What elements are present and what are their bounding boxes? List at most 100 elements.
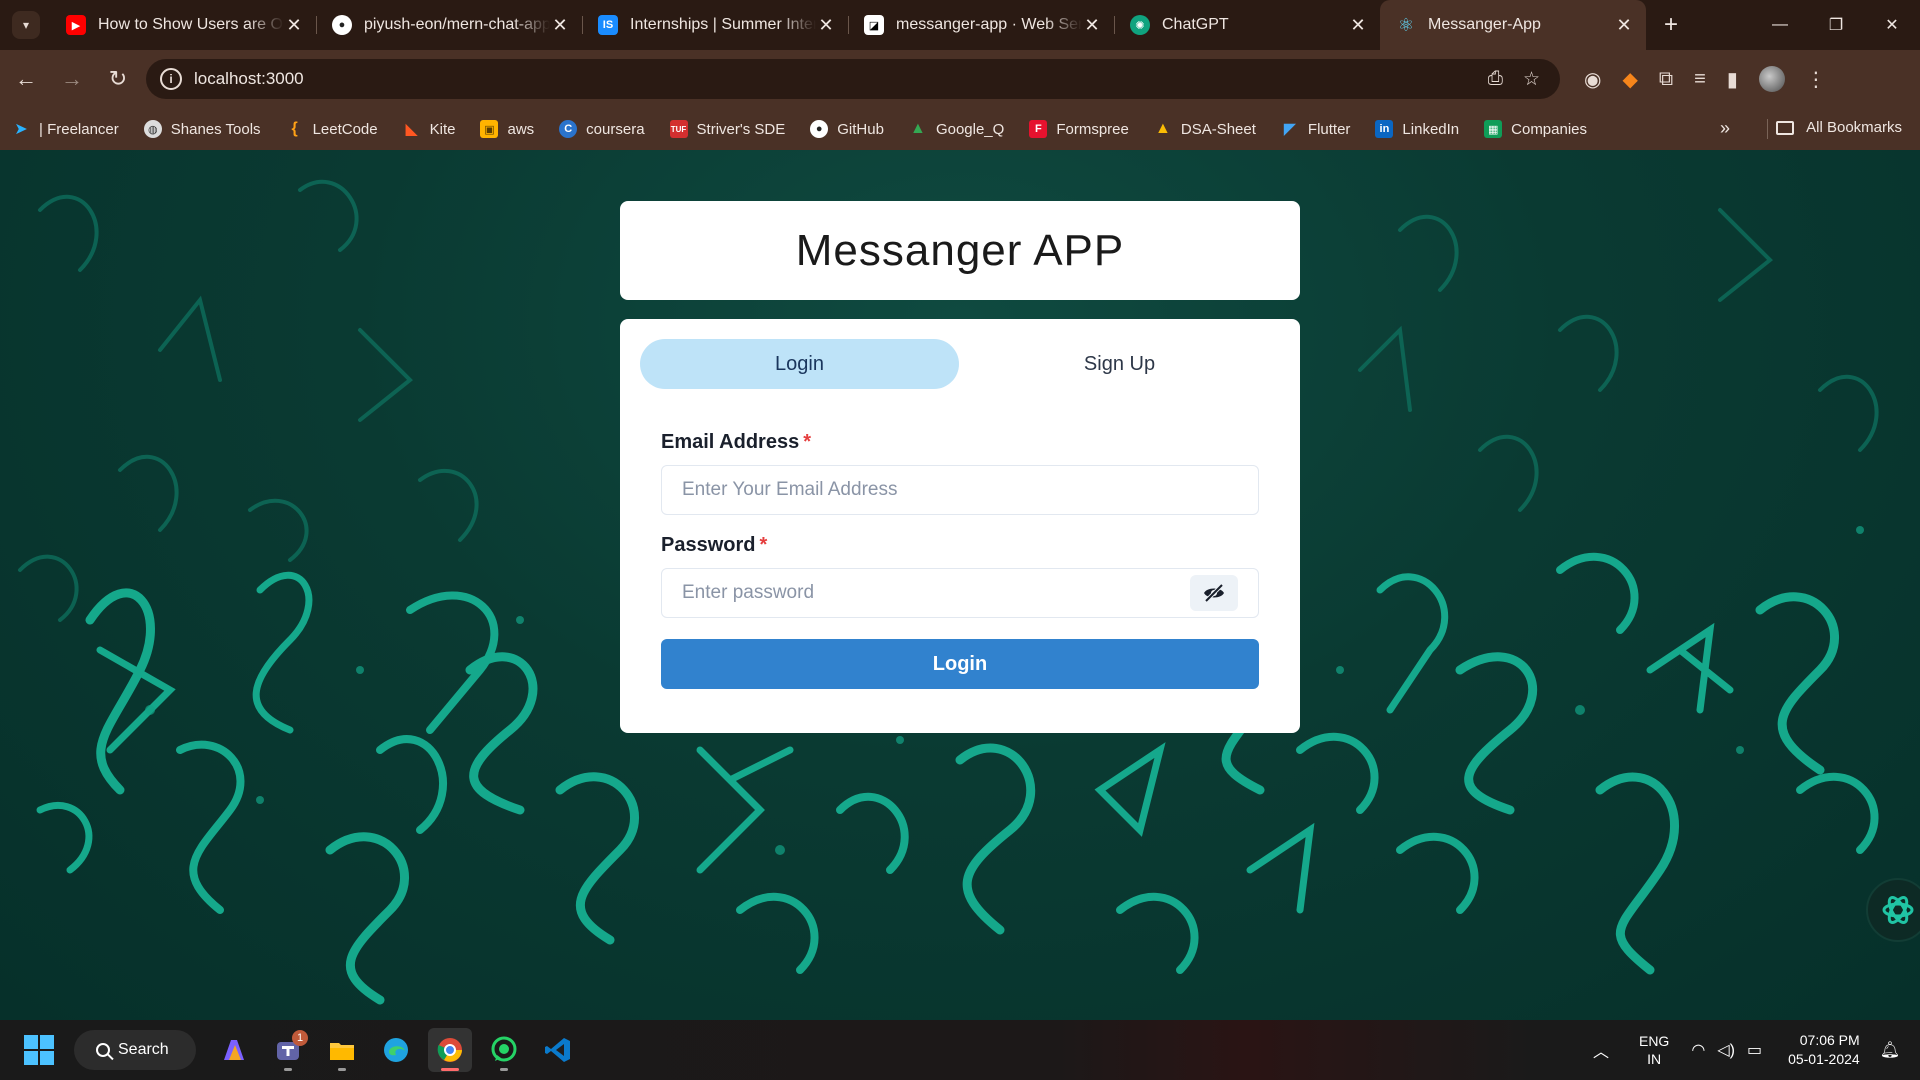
teams-app[interactable]: 1 — [266, 1028, 310, 1072]
bookmarks-overflow-icon[interactable]: » — [1720, 118, 1730, 139]
all-bookmarks-button[interactable]: All Bookmarks — [1776, 119, 1902, 136]
email-placeholder: Enter Your Email Address — [682, 479, 898, 500]
tab-signup[interactable]: Sign Up — [960, 339, 1279, 389]
bookmark-item[interactable]: ◣ Kite — [403, 120, 455, 139]
extensions-icon[interactable]: ⧉ — [1659, 68, 1673, 91]
browser-tab[interactable]: ● piyush-eon/mern-chat-app ✕ — [316, 0, 582, 50]
file-explorer-app[interactable] — [320, 1028, 364, 1072]
bookmark-item[interactable]: ▣ aws — [480, 120, 534, 138]
install-app-icon[interactable]: ⎙ — [1488, 68, 1503, 91]
bookmark-item[interactable]: ● GitHub — [810, 120, 884, 138]
page-title: Messanger APP — [795, 225, 1125, 275]
site-info-icon[interactable]: i — [160, 68, 182, 90]
password-field[interactable]: Enter password — [661, 568, 1259, 618]
toggle-password-visibility-button[interactable] — [1190, 575, 1238, 611]
kite-icon: ◣ — [405, 121, 418, 138]
battery-icon: ▭ — [1746, 1042, 1763, 1059]
quick-settings[interactable]: ◠ ◁) ▭ — [1691, 1040, 1762, 1060]
close-tab-icon[interactable]: ✕ — [284, 15, 304, 36]
tab-strip: ▾ ▶ How to Show Users are Offline ✕ ● pi… — [0, 0, 1920, 50]
url-text[interactable]: localhost:3000 — [194, 69, 1488, 89]
search-icon — [96, 1043, 110, 1057]
close-tab-icon[interactable]: ✕ — [550, 15, 570, 36]
menu-kebab-icon[interactable]: ⋮ — [1806, 67, 1826, 92]
close-tab-icon[interactable]: ✕ — [1082, 15, 1102, 36]
restore-icon[interactable]: ❐ — [1808, 0, 1864, 50]
bookmark-item[interactable]: F Formspree — [1029, 120, 1129, 138]
bookmark-item[interactable]: ▲ DSA-Sheet — [1154, 120, 1256, 138]
tab-title: How to Show Users are Offline — [98, 16, 284, 33]
tab-title: ChatGPT — [1162, 16, 1229, 33]
tab-title: Internships | Summer Internships — [630, 16, 816, 33]
reload-icon[interactable]: ↻ — [98, 59, 138, 99]
required-asterisk: * — [759, 534, 768, 556]
eye-slash-icon — [1204, 584, 1224, 602]
forward-icon[interactable]: → — [52, 59, 92, 99]
email-field[interactable]: Enter Your Email Address — [661, 465, 1259, 515]
metamask-extension-icon[interactable]: ◆ — [1622, 67, 1637, 92]
whatsapp-app[interactable] — [482, 1028, 526, 1072]
linkedin-icon: in — [1375, 120, 1394, 138]
bookmarks-divider — [1767, 119, 1768, 139]
browser-tab[interactable]: ◪ messanger-app · Web Service ✕ — [848, 0, 1114, 50]
render-icon: ◪ — [864, 15, 884, 35]
tab-search-button[interactable]: ▾ — [12, 11, 40, 39]
bookmark-item[interactable]: ◍ Shanes Tools — [143, 120, 261, 138]
browser-tab[interactable]: IS Internships | Summer Internships ✕ — [582, 0, 848, 50]
bookmark-item[interactable]: {LeetCode — [286, 120, 377, 138]
minimize-icon[interactable]: — — [1752, 0, 1808, 50]
show-hidden-icons-icon[interactable]: ︿ — [1593, 1038, 1609, 1062]
close-window-icon[interactable]: ✕ — [1864, 0, 1920, 50]
react-icon: ⚛ — [1397, 14, 1415, 35]
github-icon: ● — [332, 15, 352, 35]
volume-icon: ◁) — [1717, 1042, 1735, 1059]
bookmark-item[interactable]: Ccoursera — [559, 120, 645, 138]
back-icon[interactable]: ← — [6, 59, 46, 99]
edge-app[interactable] — [374, 1028, 418, 1072]
copilot-app[interactable] — [212, 1028, 256, 1072]
windows-start-icon[interactable] — [24, 1035, 54, 1065]
bookmark-star-icon[interactable]: ☆ — [1523, 68, 1540, 91]
internshala-icon: IS — [598, 15, 618, 35]
notification-badge: 1 — [292, 1030, 308, 1046]
email-label: Email Address * — [661, 431, 811, 453]
profile-avatar[interactable] — [1758, 66, 1785, 92]
time-text: 07:06 PM — [1799, 1032, 1860, 1048]
media-controls-icon[interactable]: ≡ — [1694, 68, 1706, 91]
password-label: Password * — [661, 534, 768, 556]
bookmark-item[interactable]: ◤ Flutter — [1281, 120, 1351, 139]
close-tab-icon[interactable]: ✕ — [816, 15, 836, 36]
address-bar[interactable]: i localhost:3000 ⎙ ☆ — [146, 59, 1560, 99]
notification-bell-icon[interactable]: 🔔︎ — [1880, 1040, 1900, 1060]
bookmarks-bar: ➤ | Freelancer ◍ Shanes Tools {LeetCode ◣ K… — [0, 108, 1920, 150]
running-indicator — [284, 1068, 292, 1071]
chrome-icon — [437, 1038, 462, 1062]
taskbar-search-button[interactable]: Search — [74, 1030, 196, 1070]
login-submit-button[interactable]: Login — [661, 639, 1259, 689]
bookmark-item[interactable]: ➤ | Freelancer — [12, 120, 118, 139]
browser-tab[interactable]: ▶ How to Show Users are Offline ✕ — [50, 0, 316, 50]
flutter-icon: ◤ — [1283, 121, 1297, 138]
freelancer-icon: ➤ — [14, 121, 28, 138]
system-tray: ︿ ENG IN ◠ ◁) ▭ 07:06 PM 05-01-2024 🔔︎ — [1593, 1020, 1920, 1080]
bookmark-item[interactable]: ▲ Google_Q — [909, 120, 1004, 138]
vscode-app[interactable] — [536, 1028, 580, 1072]
bookmark-item[interactable]: in LinkedIn — [1375, 120, 1459, 138]
browser-tab[interactable]: ✺ ChatGPT ✕ — [1114, 0, 1380, 50]
language-indicator[interactable]: ENG IN — [1639, 1032, 1669, 1068]
tab-login[interactable]: Login — [640, 339, 959, 389]
vscode-icon — [545, 1038, 570, 1062]
chrome-app[interactable] — [428, 1028, 472, 1072]
screenshot-extension-icon[interactable]: ◉ — [1584, 67, 1601, 92]
clock[interactable]: 07:06 PM 05-01-2024 — [1788, 1031, 1860, 1069]
date-text: 05-01-2024 — [1788, 1051, 1860, 1067]
running-indicator — [441, 1068, 459, 1071]
new-tab-button[interactable]: + — [1664, 11, 1678, 39]
browser-tab-active[interactable]: ⚛ Messanger-App ✕ — [1380, 0, 1646, 50]
bookmark-item[interactable]: TUF Striver's SDE — [669, 120, 785, 138]
sheets-icon: ▦ — [1484, 120, 1503, 138]
close-tab-icon[interactable]: ✕ — [1348, 15, 1368, 36]
close-tab-icon[interactable]: ✕ — [1614, 15, 1634, 36]
side-panel-icon[interactable]: ▮ — [1727, 67, 1738, 92]
bookmark-item[interactable]: ▦ Companies — [1484, 120, 1587, 138]
